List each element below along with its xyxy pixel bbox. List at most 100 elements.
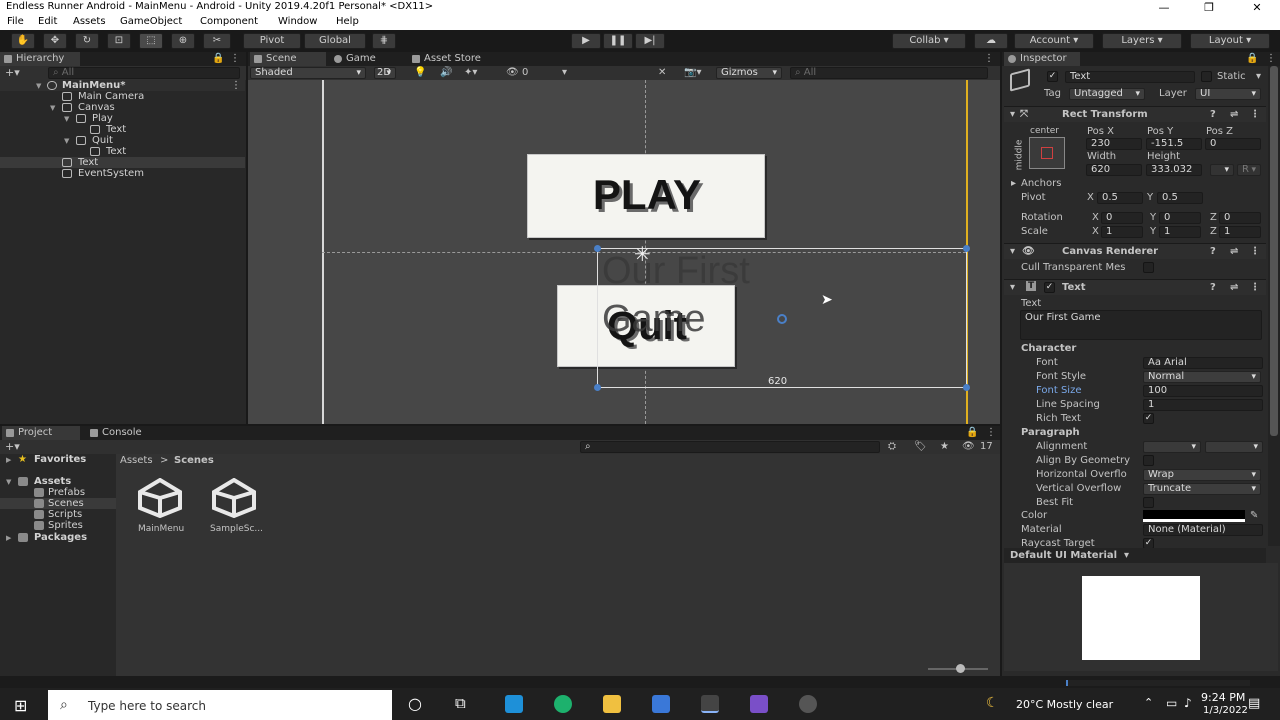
posx-input[interactable]: 230 bbox=[1086, 138, 1142, 150]
scale-tool-icon[interactable]: ⊡ bbox=[107, 33, 131, 49]
maximize-button[interactable]: ❐ bbox=[1189, 0, 1229, 16]
tag-dropdown[interactable]: Untagged bbox=[1069, 88, 1145, 100]
store-icon[interactable] bbox=[652, 695, 670, 713]
obs-icon[interactable] bbox=[799, 695, 817, 713]
active-checkbox[interactable]: ✓ bbox=[1047, 71, 1058, 82]
tab-asset-store[interactable]: Asset Store bbox=[408, 52, 498, 66]
rotation-z-input[interactable]: 0 bbox=[1219, 212, 1261, 224]
pivot-handle[interactable] bbox=[777, 314, 787, 324]
scene-viewport[interactable]: PLAY Quit Our First Game ✳ 620 ➤ bbox=[248, 80, 1000, 424]
weather-text[interactable]: 20°C Mostly clear bbox=[1016, 698, 1113, 711]
cloud-icon[interactable]: ☁ bbox=[974, 33, 1008, 49]
rotation-x-input[interactable]: 0 bbox=[1101, 212, 1143, 224]
tab-hierarchy[interactable]: Hierarchy bbox=[0, 52, 80, 66]
rotate-tool-icon[interactable]: ↻ bbox=[75, 33, 99, 49]
rect-handle-tr[interactable] bbox=[963, 245, 970, 252]
tab-console[interactable]: Console bbox=[86, 426, 162, 440]
anchor-preset-button[interactable] bbox=[1029, 137, 1065, 169]
horizontal-overflow-dropdown[interactable]: Wrap bbox=[1143, 469, 1261, 481]
filter-type-icon[interactable]: ⛭ bbox=[888, 441, 896, 452]
inspector-scrollbar[interactable] bbox=[1268, 66, 1280, 546]
project-search-input[interactable]: ⌕ bbox=[580, 441, 880, 453]
menu-gameobject[interactable]: GameObject bbox=[120, 16, 182, 27]
horizontal-alignment-buttons[interactable] bbox=[1143, 441, 1201, 453]
font-size-input[interactable]: 100 bbox=[1143, 385, 1263, 397]
menu-component[interactable]: Component bbox=[200, 16, 258, 27]
tree-folder-prefabs[interactable]: Prefabs bbox=[0, 487, 116, 498]
text-component-header[interactable]: ▾ T ✓ Text ? ⇌ ⋮ bbox=[1004, 279, 1266, 295]
scale-y-input[interactable]: 1 bbox=[1159, 226, 1201, 238]
more-icon[interactable]: ⋮ bbox=[1266, 53, 1276, 64]
width-input[interactable]: 620 bbox=[1086, 164, 1142, 176]
help-icon[interactable]: ? bbox=[1210, 246, 1216, 257]
eyedropper-icon[interactable]: ✎ bbox=[1250, 510, 1258, 521]
collab-dropdown[interactable]: Collab ▾ bbox=[892, 33, 966, 49]
tree-folder-scenes[interactable]: Scenes bbox=[0, 498, 116, 509]
hierarchy-item-play-text[interactable]: Text bbox=[0, 124, 245, 135]
lock-icon[interactable]: 🔒 bbox=[1246, 53, 1258, 64]
tree-favorites[interactable]: ▶ ★ Favorites bbox=[0, 454, 116, 465]
layer-dropdown[interactable]: UI bbox=[1195, 88, 1261, 100]
hierarchy-item-mainmenu[interactable]: ▼ MainMenu* ⋮ bbox=[0, 80, 245, 91]
material-preview-header[interactable]: Default UI Material ▾ bbox=[1004, 548, 1266, 563]
preset-icon[interactable]: ⇌ bbox=[1230, 282, 1238, 293]
pivot-y-input[interactable]: 0.5 bbox=[1157, 192, 1203, 204]
vertical-overflow-dropdown[interactable]: Truncate bbox=[1143, 483, 1261, 495]
component-menu-icon[interactable]: ⋮ bbox=[1250, 282, 1260, 293]
pause-button[interactable]: ❚❚ bbox=[603, 33, 633, 49]
move-tool-icon[interactable]: ✥ bbox=[43, 33, 67, 49]
network-icon[interactable]: ▭ bbox=[1166, 696, 1177, 710]
vertical-alignment-buttons[interactable] bbox=[1205, 441, 1263, 453]
anchor-gizmo-icon[interactable]: ✳ bbox=[634, 242, 651, 266]
scale-z-input[interactable]: 1 bbox=[1219, 226, 1261, 238]
step-button[interactable]: ▶| bbox=[635, 33, 665, 49]
play-ui-button[interactable]: PLAY bbox=[527, 154, 765, 238]
line-spacing-input[interactable]: 1 bbox=[1143, 399, 1263, 411]
grid-snap-icon[interactable]: ⋕ bbox=[372, 33, 396, 49]
camera-icon[interactable]: 📷▾ bbox=[684, 67, 701, 78]
component-menu-icon[interactable]: ⋮ bbox=[1250, 246, 1260, 257]
rect-handle-br[interactable] bbox=[963, 384, 970, 391]
hidden-packages-icon[interactable]: 👁 bbox=[962, 441, 975, 452]
scene-search-input[interactable]: ⌕ All bbox=[790, 67, 988, 79]
help-icon[interactable]: ? bbox=[1210, 109, 1216, 120]
anchors-label[interactable]: Anchors bbox=[1021, 178, 1061, 189]
shading-dropdown[interactable]: Shaded bbox=[250, 67, 366, 79]
favorite-icon[interactable]: ★ bbox=[940, 441, 949, 452]
menu-help[interactable]: Help bbox=[336, 16, 359, 27]
tab-inspector[interactable]: Inspector bbox=[1004, 52, 1080, 66]
tree-folder-sprites[interactable]: Sprites bbox=[0, 520, 116, 531]
hierarchy-item-canvas[interactable]: ▼ Canvas bbox=[0, 102, 245, 113]
layout-dropdown[interactable]: Layout ▾ bbox=[1190, 33, 1270, 49]
volume-icon[interactable]: ♪ bbox=[1184, 696, 1192, 710]
more-icon[interactable]: ⋮ bbox=[986, 427, 996, 438]
more-icon[interactable]: ⋮ bbox=[230, 53, 240, 64]
tree-folder-scripts[interactable]: Scripts bbox=[0, 509, 116, 520]
rich-text-checkbox[interactable]: ✓ bbox=[1143, 413, 1154, 424]
rect-handle-tl[interactable] bbox=[594, 245, 601, 252]
breadcrumb-scenes[interactable]: Scenes bbox=[174, 455, 214, 466]
scene-menu-icon[interactable]: ⋮ bbox=[231, 80, 241, 91]
file-explorer-icon[interactable] bbox=[603, 695, 621, 713]
hierarchy-item-play[interactable]: ▼ Play bbox=[0, 113, 245, 124]
asset-samplescene[interactable]: SampleSc... bbox=[206, 478, 270, 544]
pivot-x-input[interactable]: 0.5 bbox=[1097, 192, 1143, 204]
raw-edit-button[interactable]: R bbox=[1237, 164, 1261, 176]
rect-transform-header[interactable]: ▾ ⤧ Rect Transform ? ⇌ ⋮ bbox=[1004, 106, 1266, 122]
pivot-toggle[interactable]: Pivot bbox=[243, 33, 301, 49]
static-dropdown-icon[interactable]: ▾ bbox=[1256, 71, 1261, 82]
filter-label-icon[interactable]: 🏷 bbox=[914, 441, 927, 452]
play-button[interactable]: ▶ bbox=[571, 33, 601, 49]
transform-tool-icon[interactable]: ⊕ bbox=[171, 33, 195, 49]
hidden-objects-icon[interactable]: 👁 bbox=[506, 67, 519, 78]
canvas-renderer-header[interactable]: ▾ 👁 Canvas Renderer ? ⇌ ⋮ bbox=[1004, 243, 1266, 259]
blueprint-mode-button[interactable] bbox=[1210, 164, 1234, 176]
posz-input[interactable]: 0 bbox=[1205, 138, 1261, 150]
preset-icon[interactable]: ⇌ bbox=[1230, 109, 1238, 120]
hand-tool-icon[interactable]: ✋ bbox=[11, 33, 35, 49]
clock-date[interactable]: 1/3/2022 bbox=[1203, 705, 1248, 716]
tray-chevron-icon[interactable]: ⌃ bbox=[1144, 696, 1153, 709]
rect-tool-icon[interactable]: ⬚ bbox=[139, 33, 163, 49]
minimize-button[interactable]: — bbox=[1144, 0, 1184, 16]
scene-more-icon[interactable]: ▾ bbox=[562, 67, 567, 78]
